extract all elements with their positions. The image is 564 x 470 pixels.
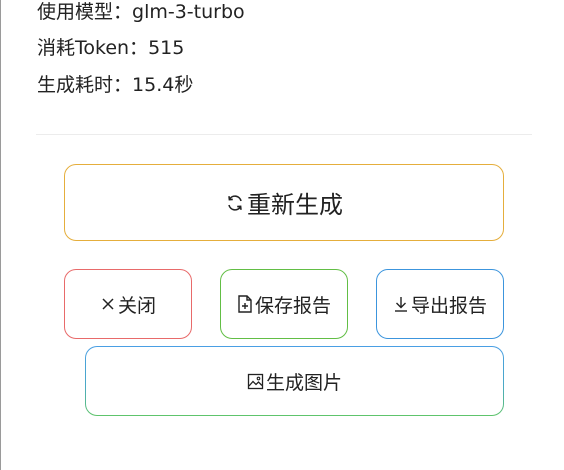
export-report-label: 导出报告 — [410, 294, 487, 317]
model-value: glm-3-turbo — [132, 1, 245, 23]
time-label: 生成耗时： — [37, 74, 133, 96]
model-info: 使用模型：glm-3-turbo — [37, 0, 245, 24]
file-plus-icon — [237, 295, 253, 313]
window-left-border — [0, 0, 1, 470]
generate-image-label: 生成图片 — [265, 371, 342, 394]
divider — [36, 134, 532, 135]
close-label: 关闭 — [117, 294, 156, 317]
close-button[interactable]: 关闭 — [64, 269, 192, 339]
refresh-icon — [225, 193, 245, 213]
time-info: 生成耗时：15.4秒 — [37, 73, 193, 97]
time-value: 15.4秒 — [132, 74, 194, 96]
save-report-label: 保存报告 — [254, 294, 331, 317]
token-info: 消耗Token：515 — [37, 36, 184, 60]
save-report-button[interactable]: 保存报告 — [220, 269, 348, 339]
export-report-button[interactable]: 导出报告 — [376, 269, 504, 339]
generate-image-button[interactable]: 生成图片 — [85, 346, 504, 416]
tokens-label: 消耗Token： — [37, 37, 149, 59]
image-icon — [247, 373, 264, 390]
model-label: 使用模型： — [37, 1, 133, 23]
download-icon — [393, 295, 409, 313]
close-icon — [100, 296, 116, 312]
regenerate-button[interactable]: 重新生成 — [64, 164, 504, 241]
regenerate-label: 重新生成 — [247, 191, 343, 219]
tokens-value: 515 — [148, 37, 185, 59]
